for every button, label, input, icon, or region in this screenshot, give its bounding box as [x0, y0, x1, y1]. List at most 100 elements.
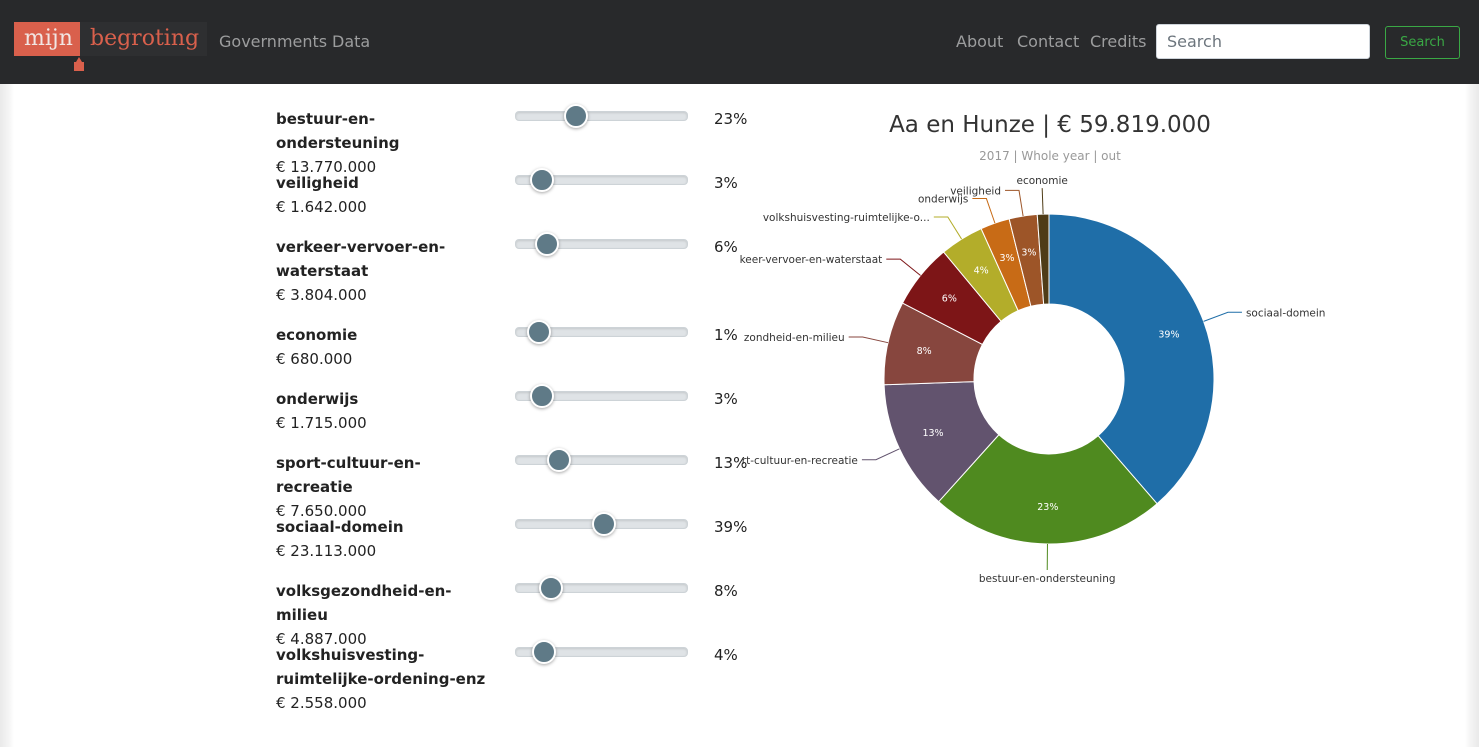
slider-thumb[interactable] [530, 168, 555, 192]
logo-mijn: mijn [14, 22, 80, 56]
slice-leader-line [1203, 311, 1242, 322]
category-name: sport-cultuur-en-recreatie [276, 454, 421, 496]
nav-link-contact[interactable]: Contact [1017, 31, 1079, 53]
nav-link-about[interactable]: About [956, 31, 1003, 53]
category-percent: 23% [714, 110, 748, 128]
slice-percent-label: 6% [942, 294, 957, 305]
category-name: bestuur-en-ondersteuning [276, 110, 400, 152]
category-amount: € 1.642.000 [276, 198, 367, 216]
category-percent: 3% [714, 390, 738, 408]
budget-row: veiligheid € 1.642.000 3% [276, 168, 746, 219]
category-amount: € 680.000 [276, 350, 353, 368]
pie-slice-veiligheid[interactable] [1008, 213, 1045, 307]
slice-leader-line [933, 216, 963, 240]
budget-row: bestuur-en-ondersteuning € 13.770.000 23… [276, 104, 748, 179]
slice-percent-label: 3% [1000, 253, 1015, 264]
pie-slice-onderwijs[interactable] [980, 218, 1032, 312]
logo[interactable]: mijn begroting [14, 22, 208, 56]
slice-name-label: onderwijs [918, 194, 968, 206]
nav-link-governments[interactable]: Governments [219, 31, 327, 53]
category-amount: € 23.113.000 [276, 542, 377, 560]
category-slider[interactable] [515, 168, 688, 192]
category-name: veiligheid [276, 174, 359, 192]
chart-title: Aa en Hunze | € 59.819.000 [889, 112, 1211, 138]
pie-slice-volkshuisvesting-ruimtelijke-ordening-enz[interactable] [942, 227, 1019, 322]
slice-percent-label: 39% [1158, 329, 1179, 340]
category-slider[interactable] [515, 104, 688, 128]
slice-leader-line [848, 336, 889, 344]
slice-name-label: rt-cultuur-en-recreatie [742, 455, 858, 467]
slice-name-label: zondheid-en-milieu [744, 332, 845, 344]
category-percent: 8% [714, 582, 738, 600]
slice-name-label: veiligheid [950, 185, 1001, 197]
pie-slice-volksgezondheid-en-milieu[interactable] [883, 302, 984, 386]
category-name: sociaal-domein [276, 518, 404, 536]
category-slider[interactable] [515, 512, 688, 536]
logo-begroting: begroting [80, 22, 208, 56]
chart-subtitle: 2017 | Whole year | out [979, 149, 1121, 163]
pie-slice-economie[interactable] [1036, 213, 1050, 305]
slice-percent-label: 13% [922, 428, 943, 439]
category-amount: € 1.715.000 [276, 414, 367, 432]
slice-percent-label: 4% [974, 265, 989, 276]
budget-row: volksgezondheid-en-milieu € 4.887.000 8% [276, 576, 746, 651]
slice-name-label: bestuur-en-ondersteuning [979, 573, 1116, 585]
category-slider[interactable] [515, 640, 688, 664]
slice-percent-label: 8% [917, 346, 932, 357]
category-percent: 13% [714, 454, 748, 472]
category-percent: 3% [714, 174, 738, 192]
budget-row: volkshuisvesting-ruimtelijke-ordening-en… [276, 640, 746, 715]
logo-pin-icon [74, 57, 84, 71]
slice-leader-line [1005, 189, 1024, 217]
category-percent: 4% [714, 646, 738, 664]
slider-thumb[interactable] [535, 232, 560, 256]
category-name: economie [276, 326, 358, 344]
category-percent: 6% [714, 238, 738, 256]
pie-slice-sociaal-domein[interactable] [1048, 213, 1215, 505]
slice-percent-label: 3% [1021, 248, 1036, 259]
pie-slice-sport-cultuur-en-recreatie[interactable] [883, 381, 1000, 503]
slice-leader-line [861, 448, 900, 461]
category-slider[interactable] [515, 448, 688, 472]
slice-name-label: economie [1017, 175, 1068, 187]
category-percent: 39% [714, 518, 748, 536]
slice-name-label: volkshuisvesting-ruimtelijke-o... [763, 212, 930, 224]
pie-slice-bestuur-en-ondersteuning[interactable] [937, 434, 1158, 545]
slice-name-label: keer-vervoer-en-waterstaat [740, 254, 883, 266]
slider-thumb[interactable] [538, 576, 563, 600]
category-slider[interactable] [515, 320, 688, 344]
slider-thumb[interactable] [531, 640, 556, 664]
category-name: volkshuisvesting-ruimtelijke-ordening-en… [276, 646, 486, 688]
slice-name-label: sociaal-domein [1246, 307, 1326, 319]
category-slider[interactable] [515, 232, 688, 256]
category-name: verkeer-vervoer-en-waterstaat [276, 238, 446, 280]
category-amount: € 2.558.000 [276, 694, 367, 712]
category-slider[interactable] [515, 384, 688, 408]
slice-percent-label: 23% [1037, 502, 1058, 513]
pie-slice-verkeer-vervoer-en-waterstaat[interactable] [901, 251, 1002, 346]
page-shadow-right [1465, 84, 1479, 747]
slice-leader-line [1041, 188, 1044, 215]
search-input[interactable] [1156, 24, 1370, 59]
search-button[interactable]: Search [1385, 26, 1460, 59]
slider-thumb[interactable] [530, 384, 555, 408]
slider-thumb[interactable] [564, 104, 589, 128]
slider-thumb[interactable] [591, 512, 616, 536]
slider-thumb[interactable] [526, 320, 551, 344]
category-slider[interactable] [515, 576, 688, 600]
budget-row: economie € 680.000 1% [276, 320, 746, 371]
slider-thumb[interactable] [547, 448, 572, 472]
nav-link-credits[interactable]: Credits [1090, 31, 1146, 53]
slice-leader-line [886, 258, 921, 276]
category-amount: € 3.804.000 [276, 286, 367, 304]
budget-row: sociaal-domein € 23.113.000 39% [276, 512, 748, 563]
page-shadow-left [0, 84, 14, 747]
budget-row: sport-cultuur-en-recreatie € 7.650.000 1… [276, 448, 748, 523]
category-name: volksgezondheid-en-milieu [276, 582, 452, 624]
navbar: mijn begroting Governments Data About Co… [0, 0, 1479, 84]
nav-link-data[interactable]: Data [332, 31, 370, 53]
slice-leader-line [972, 198, 996, 224]
category-percent: 1% [714, 326, 738, 344]
budget-row: verkeer-vervoer-en-waterstaat € 3.804.00… [276, 232, 746, 307]
budget-row: onderwijs € 1.715.000 3% [276, 384, 746, 435]
